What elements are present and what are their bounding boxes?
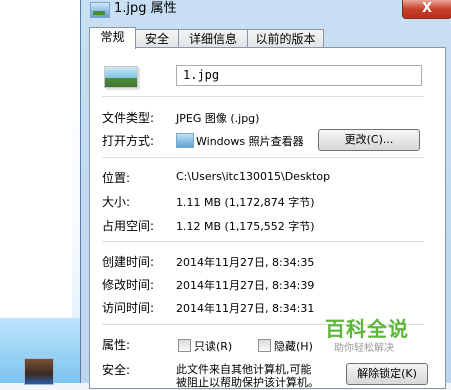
photo-viewer-icon bbox=[176, 133, 194, 148]
background-window-content bbox=[0, 0, 72, 318]
divider bbox=[102, 241, 424, 242]
readonly-label[interactable]: 只读(R) bbox=[194, 338, 232, 354]
window-title: 1.jpg 属性 bbox=[114, 1, 177, 16]
attributes-label: 属性: bbox=[102, 338, 131, 352]
accessed-value: 2014年11月27日, 8:34:31 bbox=[176, 302, 315, 315]
image-thumbnail-icon bbox=[104, 66, 138, 88]
disk-size-value: 1.12 MB (1,175,552 字节) bbox=[176, 220, 315, 233]
tab-security[interactable]: 安全 bbox=[135, 29, 179, 48]
properties-dialog: 1.jpg 属性 X 常规 安全 详细信息 以前的版本 1.jpg 文件类型: … bbox=[80, 0, 451, 389]
desktop-user-thumbnail bbox=[24, 358, 54, 385]
readonly-checkbox[interactable] bbox=[178, 339, 191, 352]
divider bbox=[102, 96, 424, 97]
security-text-line2: 被阻止以帮助保护该计算机。 bbox=[176, 376, 319, 389]
open-with-value: Windows 照片查看器 bbox=[196, 135, 304, 148]
file-type-value: JPEG 图像 (.jpg) bbox=[176, 112, 260, 125]
divider bbox=[102, 157, 424, 158]
modified-label: 修改时间: bbox=[102, 278, 155, 292]
tab-general[interactable]: 常规 bbox=[89, 27, 136, 49]
tab-details[interactable]: 详细信息 bbox=[178, 29, 248, 48]
title-bar[interactable]: 1.jpg 属性 X bbox=[81, 0, 451, 22]
filename-field[interactable]: 1.jpg bbox=[176, 65, 422, 86]
location-value: C:\Users\itc130015\Desktop bbox=[176, 170, 331, 183]
watermark-tagline: 助你轻松解决 bbox=[334, 343, 394, 354]
size-label: 大小: bbox=[102, 195, 131, 209]
security-label: 安全: bbox=[102, 363, 131, 377]
image-file-icon bbox=[90, 2, 110, 18]
open-with-label: 打开方式: bbox=[102, 134, 155, 148]
file-type-label: 文件类型: bbox=[102, 111, 155, 125]
unblock-button[interactable]: 解除锁定(K) bbox=[346, 363, 428, 385]
disk-size-label: 占用空间: bbox=[102, 219, 155, 233]
location-label: 位置: bbox=[102, 171, 131, 185]
size-value: 1.11 MB (1,172,874 字节) bbox=[176, 196, 315, 209]
hidden-checkbox[interactable] bbox=[258, 339, 271, 352]
filename-value: 1.jpg bbox=[183, 68, 220, 82]
watermark-logo: 百科全说 bbox=[325, 317, 409, 341]
close-button[interactable]: X bbox=[402, 0, 451, 19]
change-button[interactable]: 更改(C)... bbox=[318, 129, 420, 151]
accessed-label: 访问时间: bbox=[102, 301, 155, 315]
tab-previous-versions[interactable]: 以前的版本 bbox=[247, 29, 324, 48]
hidden-label[interactable]: 隐藏(H) bbox=[274, 338, 313, 354]
modified-value: 2014年11月27日, 8:34:39 bbox=[176, 279, 315, 292]
created-label: 创建时间: bbox=[102, 255, 155, 269]
created-value: 2014年11月27日, 8:34:35 bbox=[176, 256, 315, 269]
